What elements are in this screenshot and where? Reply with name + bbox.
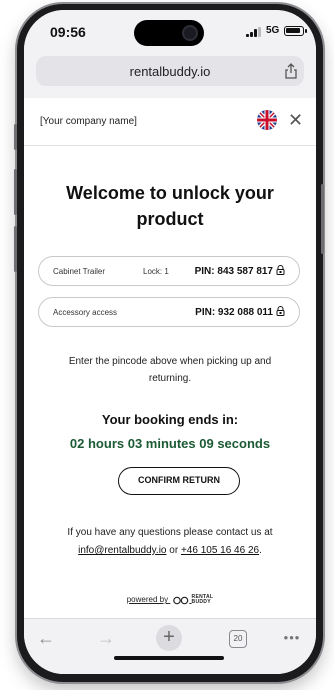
powered-by-link[interactable]: powered by RENTAL BUDDY [126,595,214,605]
pin-lock-number: Lock: 1 [143,267,169,276]
pin-row: Cabinet Trailer Lock: 1 PIN: 843 587 817 [38,256,300,286]
brand-line-2: BUDDY [191,599,211,605]
url-text: rentalbuddy.io [129,64,211,79]
browser-toolbar: ← → + 20 ••• [24,618,316,674]
contact-email-link[interactable]: info@rentalbuddy.io [78,545,166,556]
battery-icon [284,26,307,36]
contact-or: or [169,545,179,556]
share-icon[interactable] [284,63,298,79]
plus-icon[interactable]: + [156,625,182,651]
phone-screen: 09:56 5G rentalbuddy.io [Your company na… [24,10,316,674]
close-icon[interactable]: ✕ [288,110,303,130]
pin-instruction: Enter the pincode above when picking up … [68,356,272,384]
booking-ends-label: Your booking ends in: [101,412,239,427]
brand-wordmark: RENTAL BUDDY [192,595,214,605]
booking-countdown: 02 hours 03 minutes 09 seconds [69,436,271,451]
more-icon[interactable]: ••• [280,627,304,649]
company-name: [Your company name] [40,116,137,127]
page-header: [Your company name] ✕ [24,98,316,146]
powered-by-footer: powered by RENTAL BUDDY [24,595,316,605]
status-time: 09:56 [50,24,86,40]
pin-item-name: Accessory access [53,308,118,317]
pin-code: PIN: 932 088 011 [195,306,285,318]
confirm-return-button[interactable]: CONFIRM RETURN [118,467,240,495]
contact-phone-link[interactable]: +46 105 16 46 26 [181,545,259,556]
signal-icon [246,27,264,37]
flag-uk-icon[interactable] [257,110,277,130]
volume-up-button [14,169,17,215]
camera-icon [182,25,198,41]
pin-code: PIN: 843 587 817 [195,265,285,277]
padlock-icon [276,265,285,275]
power-button [321,184,324,254]
padlock-icon [276,306,285,316]
contact-suffix: . [259,545,262,556]
contact-text: If you have any questions please contact… [42,524,298,560]
browser-address-bar: rentalbuddy.io [24,48,316,98]
rentalbuddy-logo-icon [173,596,189,604]
home-indicator [114,656,224,660]
status-bar: 09:56 5G [24,10,316,48]
volume-down-button [14,226,17,272]
back-arrow-icon[interactable]: ← [34,627,58,649]
tabs-icon[interactable]: 20 [229,630,247,648]
mute-switch [14,124,17,150]
pin-row: Accessory access PIN: 932 088 011 [38,297,300,327]
pin-code-text: PIN: 932 088 011 [195,307,273,318]
powered-by-text: powered by [126,595,169,605]
pin-item-name: Cabinet Trailer [53,267,106,276]
dynamic-island [134,20,204,46]
page-title: Welcome to unlock your product [66,183,274,229]
url-field[interactable]: rentalbuddy.io [36,56,304,86]
forward-arrow-icon[interactable]: → [94,627,118,649]
pin-code-text: PIN: 843 587 817 [194,266,273,277]
contact-prefix: If you have any questions please contact… [67,527,273,538]
stage: 09:56 5G rentalbuddy.io [Your company na… [0,0,334,690]
network-type: 5G [266,25,280,36]
